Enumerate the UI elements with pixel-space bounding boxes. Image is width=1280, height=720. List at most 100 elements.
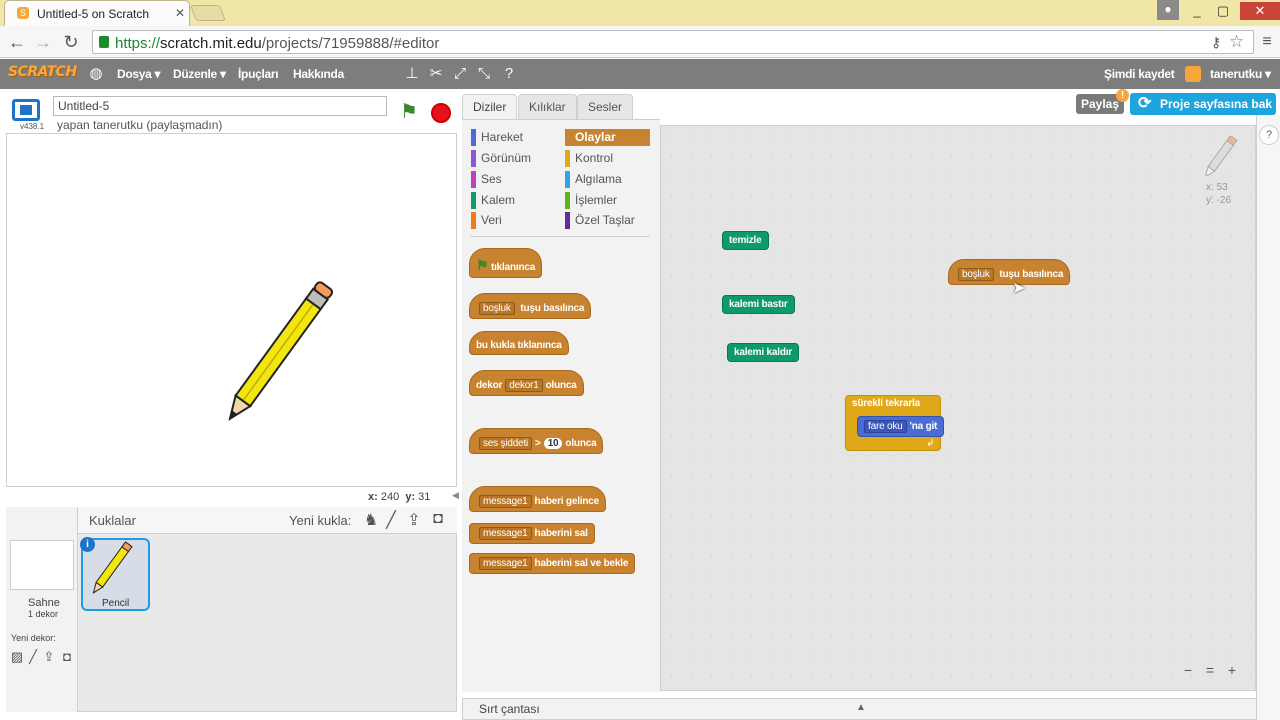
block-when-flag-clicked[interactable]: ⚑ tıklanınca	[469, 248, 543, 278]
menu-tips[interactable]: İpuçları	[238, 67, 279, 81]
user-icon[interactable]: ●	[1157, 0, 1179, 20]
upload-sprite-icon[interactable]: ⇪	[404, 510, 424, 530]
url-bar[interactable]: https://scratch.mit.edu/projects/7195988…	[92, 30, 1254, 54]
mouse-coordinates: x: 240 y: 31	[368, 491, 431, 503]
category-color-swatch	[565, 212, 570, 229]
project-author: yapan tanerutku (paylaşmadın)	[57, 118, 223, 132]
sprite-info-icon[interactable]: i	[80, 537, 95, 552]
message-dropdown[interactable]: message1	[479, 527, 532, 540]
palette-divider	[470, 236, 650, 237]
block-when-backdrop-switches[interactable]: dekor dekor1 olunca	[469, 370, 584, 396]
message-dropdown[interactable]: message1	[479, 557, 532, 570]
script-block-go-to[interactable]: fare oku'na git	[857, 416, 945, 437]
sprite-library-icon[interactable]: ♞	[361, 510, 381, 530]
forward-icon[interactable]: →	[32, 31, 54, 53]
menu-edit[interactable]: Düzenle ▾	[173, 67, 226, 81]
stage-canvas[interactable]	[6, 133, 457, 487]
message-dropdown[interactable]: message1	[479, 495, 532, 508]
stop-icon[interactable]	[431, 103, 451, 123]
category-more-blocks[interactable]: Özel Taşlar	[565, 212, 650, 229]
fullscreen-icon[interactable]	[12, 99, 40, 121]
tab-scripts[interactable]: Diziler	[462, 94, 518, 120]
delete-cut-icon[interactable]: ✂	[426, 64, 446, 84]
close-window-button[interactable]: ✕	[1240, 2, 1280, 20]
globe-icon[interactable]: ◍	[86, 64, 106, 84]
zoom-out-icon[interactable]: −	[1180, 662, 1196, 678]
help-icon[interactable]: ?	[1259, 125, 1279, 145]
shrink-icon[interactable]: ⤡	[474, 64, 494, 84]
green-flag-icon: ⚑	[476, 257, 489, 273]
close-tab-icon[interactable]: ✕	[175, 6, 185, 20]
tab-sounds[interactable]: Sesler	[577, 94, 634, 120]
reload-icon[interactable]: ↻	[60, 31, 82, 53]
url-path: /projects/71959888/#editor	[261, 35, 440, 52]
pencil-sprite[interactable]	[7, 134, 456, 486]
zoom-in-icon[interactable]: +	[1224, 662, 1240, 678]
category-sound[interactable]: Ses	[471, 171, 556, 188]
help-block-icon[interactable]: ?	[499, 64, 519, 84]
minimize-button[interactable]: _	[1184, 2, 1210, 20]
menu-icon[interactable]: ≡	[1256, 31, 1278, 53]
camera-sprite-icon[interactable]: ◘	[428, 510, 448, 530]
browser-tab[interactable]: S Untitled-5 on Scratch ✕	[4, 0, 190, 26]
block-broadcast-and-wait[interactable]: message1 haberini sal ve bekle	[469, 553, 636, 574]
script-block-pen-down[interactable]: kalemi bastır	[722, 295, 795, 314]
script-key-dropdown[interactable]: boşluk	[958, 268, 994, 281]
camera-backdrop-icon[interactable]: ◘	[59, 649, 75, 665]
user-avatar[interactable]	[1185, 66, 1201, 82]
category-color-swatch	[471, 212, 476, 229]
category-color-swatch	[471, 129, 476, 146]
block-when-sensor-greater[interactable]: ses şiddeti >10 olunca	[469, 428, 604, 454]
mouse-x: 240	[380, 491, 400, 503]
menu-file[interactable]: Dosya ▾	[117, 67, 161, 81]
grow-icon[interactable]: ⤢	[450, 64, 470, 84]
category-events[interactable]: Olaylar	[565, 129, 650, 146]
backdrop-library-icon[interactable]: ▨	[9, 649, 25, 665]
block-when-key-pressed[interactable]: boşluk tuşu basılınca	[469, 293, 592, 319]
username-menu[interactable]: tanerutku ▾	[1210, 67, 1271, 81]
category-control[interactable]: Kontrol	[565, 150, 650, 167]
category-data[interactable]: Veri	[471, 212, 556, 229]
key-dropdown[interactable]: boşluk	[479, 302, 515, 315]
paint-backdrop-icon[interactable]: ╱	[25, 649, 41, 665]
key-icon[interactable]: ⚷	[1211, 34, 1221, 51]
back-icon[interactable]: ←	[6, 31, 28, 53]
see-project-page-button[interactable]: ⟳ Proje sayfasına bak	[1130, 93, 1276, 115]
green-flag-icon[interactable]: ⚑	[400, 101, 422, 123]
sprites-header: Kuklalar	[89, 513, 136, 528]
backdrop-dropdown[interactable]: dekor1	[505, 379, 543, 392]
tab-costumes[interactable]: Kılıklar	[518, 94, 577, 120]
refresh-icon: ⟳	[1138, 95, 1152, 112]
menu-about[interactable]: Hakkında	[293, 67, 344, 81]
script-block-when-key-pressed[interactable]: boşluk tuşu basılınca	[948, 259, 1071, 285]
block-when-receive[interactable]: message1 haberi gelince	[469, 486, 606, 512]
backpack-expand-icon[interactable]: ▲	[856, 702, 866, 713]
category-sensing[interactable]: Algılama	[565, 171, 650, 188]
stage-thumbnail[interactable]	[10, 540, 74, 590]
save-now-link[interactable]: Şimdi kaydet	[1104, 67, 1175, 81]
block-when-sprite-clicked[interactable]: bu kukla tıklanınca	[469, 331, 569, 355]
sensor-dropdown[interactable]: ses şiddeti	[479, 437, 533, 450]
block-broadcast[interactable]: message1 haberini sal	[469, 523, 595, 544]
script-block-pen-up[interactable]: kalemi kaldır	[727, 343, 799, 362]
new-backdrop-label: Yeni dekor:	[11, 633, 56, 643]
maximize-button[interactable]: ▢	[1210, 2, 1236, 20]
category-pen[interactable]: Kalem	[471, 192, 556, 209]
category-looks[interactable]: Görünüm	[471, 150, 556, 167]
upload-backdrop-icon[interactable]: ⇪	[41, 649, 57, 665]
sensor-value-input[interactable]: 10	[543, 438, 563, 449]
star-icon[interactable]: ☆	[1229, 32, 1244, 52]
script-block-clear[interactable]: temizle	[722, 231, 769, 250]
scripts-area[interactable]	[660, 125, 1256, 691]
new-tab-button[interactable]	[190, 5, 226, 21]
category-operators[interactable]: İşlemler	[565, 192, 650, 209]
category-motion[interactable]: Hareket	[471, 129, 556, 146]
scratch-logo[interactable]: SCRATCH	[8, 64, 77, 80]
goto-dropdown[interactable]: fare oku	[864, 420, 907, 433]
duplicate-stamp-icon[interactable]: ⊥	[402, 64, 422, 84]
paint-sprite-icon[interactable]: ╱	[381, 510, 401, 530]
zoom-reset-icon[interactable]: =	[1202, 662, 1218, 678]
project-title-input[interactable]: Untitled-5	[53, 96, 387, 116]
sprite-name: Pencil	[102, 598, 130, 609]
collapse-arrow-icon[interactable]: ◀	[452, 490, 460, 504]
